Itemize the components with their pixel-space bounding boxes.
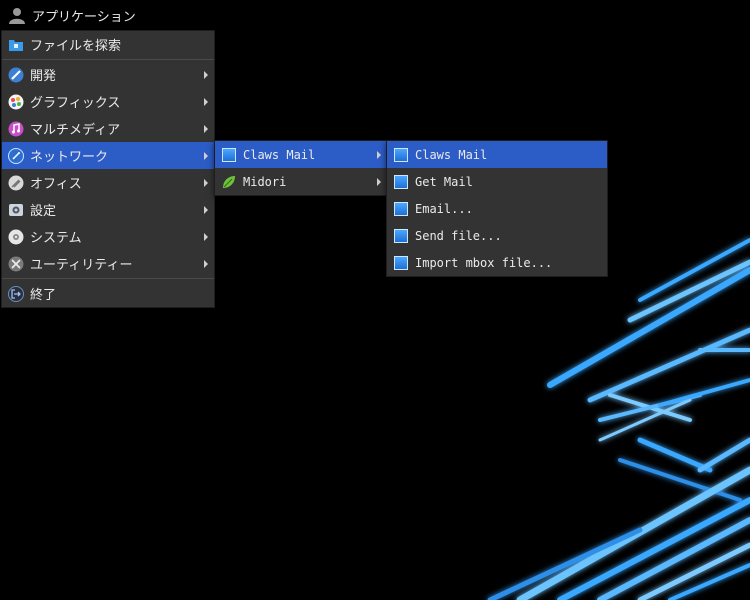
submenu-arrow-icon bbox=[204, 178, 208, 187]
claws-mail-icon bbox=[394, 255, 408, 270]
claws-mail-icon bbox=[394, 201, 408, 216]
logout-icon bbox=[8, 285, 24, 302]
midori-icon bbox=[221, 174, 237, 190]
multimedia-icon bbox=[8, 121, 24, 137]
menu-item-graphics[interactable]: グラフィックス bbox=[2, 88, 214, 115]
menu-item-send-file[interactable]: Send file... bbox=[387, 222, 607, 249]
submenu-arrow-icon bbox=[204, 259, 208, 268]
menu-item-logout[interactable]: 終了 bbox=[2, 280, 214, 307]
menu-item-development[interactable]: 開発 bbox=[2, 61, 214, 88]
submenu-arrow-icon bbox=[377, 177, 381, 186]
menu-item-get-mail[interactable]: Get Mail bbox=[387, 168, 607, 195]
submenu-arrow-icon bbox=[204, 70, 208, 79]
office-icon bbox=[8, 175, 24, 191]
development-icon bbox=[8, 67, 24, 83]
submenu-arrow-icon bbox=[204, 205, 208, 214]
claws-mail-icon bbox=[394, 147, 408, 162]
menu-item-midori[interactable]: Midori bbox=[215, 168, 387, 195]
network-submenu: Claws Mail Midori bbox=[214, 140, 388, 196]
menu-separator bbox=[2, 278, 214, 279]
menu-item-email[interactable]: Email... bbox=[387, 195, 607, 222]
claws-mail-icon bbox=[394, 174, 408, 189]
submenu-arrow-icon bbox=[204, 151, 208, 160]
menu-item-office[interactable]: オフィス bbox=[2, 169, 214, 196]
submenu-arrow-icon bbox=[377, 150, 381, 159]
menu-item-file-browser[interactable]: ファイルを探索 bbox=[2, 31, 214, 58]
claws-mail-icon bbox=[222, 147, 236, 162]
menu-item-claws-mail-open[interactable]: Claws Mail bbox=[387, 141, 607, 168]
claws-mail-submenu: Claws Mail Get Mail Email... Send file..… bbox=[386, 140, 608, 277]
menu-item-network[interactable]: ネットワーク bbox=[2, 142, 214, 169]
menu-item-claws-mail[interactable]: Claws Mail bbox=[215, 141, 387, 168]
menu-separator bbox=[2, 59, 214, 60]
submenu-arrow-icon bbox=[204, 124, 208, 133]
submenu-arrow-icon bbox=[204, 232, 208, 241]
applications-menu-label: アプリケーション bbox=[32, 9, 136, 25]
applications-menu: ファイルを探索 開発 グラフィックス マルチメディア ネットワーク オフィス 設… bbox=[1, 30, 215, 308]
utilities-icon bbox=[8, 256, 24, 272]
menu-item-utilities[interactable]: ユーティリティー bbox=[2, 250, 214, 277]
menu-item-system[interactable]: システム bbox=[2, 223, 214, 250]
graphics-icon bbox=[8, 94, 24, 110]
user-icon bbox=[8, 6, 26, 24]
menu-item-multimedia[interactable]: マルチメディア bbox=[2, 115, 214, 142]
settings-icon bbox=[8, 202, 24, 218]
folder-icon bbox=[8, 37, 24, 53]
menu-item-import-mbox[interactable]: Import mbox file... bbox=[387, 249, 607, 276]
applications-menu-button[interactable]: アプリケーション bbox=[0, 0, 308, 30]
menu-item-settings[interactable]: 設定 bbox=[2, 196, 214, 223]
claws-mail-icon bbox=[394, 228, 408, 243]
network-icon bbox=[8, 147, 24, 164]
submenu-arrow-icon bbox=[204, 97, 208, 106]
system-icon bbox=[8, 229, 24, 245]
